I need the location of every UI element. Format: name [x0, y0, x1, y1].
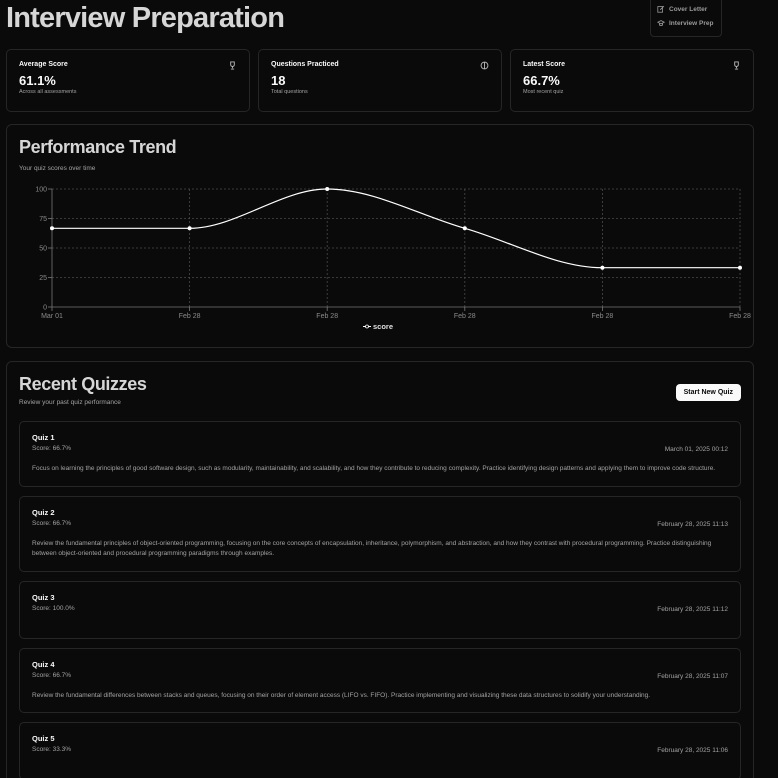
quiz-date: February 28, 2025 11:13	[657, 520, 728, 528]
recent-quizzes-subtitle: Review your past quiz performance	[19, 399, 121, 406]
stat-sub: Most recent quiz	[523, 89, 564, 95]
menu-item-cover-letter[interactable]: Cover Letter	[651, 2, 721, 16]
quiz-name: Quiz 2	[32, 507, 55, 517]
edit-icon	[657, 5, 665, 13]
quiz-score: Score: 100.0%	[32, 604, 75, 612]
menu-item-interview-prep[interactable]: Interview Prep	[651, 16, 721, 30]
quiz-item[interactable]: Quiz 3 Score: 100.0% February 28, 2025 11:…	[19, 580, 741, 639]
trophy-icon	[734, 61, 739, 70]
legend-marker	[365, 324, 369, 329]
nav-dropdown-menu: Cover Letter Interview Prep	[650, 0, 722, 37]
quiz-score: Score: 33.3%	[32, 746, 72, 753]
page-title: Interview Preparation	[6, 2, 285, 34]
score-point	[187, 226, 192, 231]
quiz-name: Quiz 4	[32, 659, 55, 669]
quiz-date: February 28, 2025 11:07	[657, 672, 728, 680]
brain-icon	[480, 61, 489, 70]
y-tick-label: 75	[39, 216, 47, 223]
recent-quizzes-card: Recent Quizzes Review your past quiz per…	[6, 361, 754, 778]
stat-label: Average Score	[19, 61, 68, 68]
graduation-cap-icon	[657, 20, 665, 26]
quiz-description: Focus on learning the principles of good…	[32, 465, 716, 472]
stat-card-average-score: Average Score 61.1% Across all assessmen…	[6, 49, 250, 112]
quiz-score: Score: 66.7%	[32, 671, 72, 679]
stat-card-questions-practiced: Questions Practiced 18 Total questions	[258, 49, 502, 112]
menu-item-label: Cover Letter	[669, 5, 708, 13]
start-new-quiz-button[interactable]: Start New Quiz	[675, 384, 741, 401]
x-tick-label: Feb 28	[454, 313, 476, 320]
stat-value: 61.1%	[19, 73, 56, 88]
legend-label: score	[373, 322, 393, 331]
quiz-date: February 28, 2025 11:06	[657, 747, 728, 754]
quiz-item[interactable]: Quiz 4 Score: 66.7% February 28, 2025 11:0…	[19, 647, 741, 713]
y-tick-label: 50	[39, 246, 47, 253]
score-point	[600, 265, 605, 270]
stat-value: 66.7%	[523, 73, 560, 88]
score-line	[52, 188, 740, 269]
stat-card-latest-score: Latest Score 66.7% Most recent quiz	[510, 49, 754, 112]
stat-sub: Across all assessments	[19, 89, 77, 95]
menu-item-label: Interview Prep	[669, 19, 714, 27]
quiz-name: Quiz 5	[32, 734, 55, 743]
stat-label: Questions Practiced	[271, 61, 339, 68]
stats-row: Average Score 61.1% Across all assessmen…	[6, 49, 754, 112]
x-tick-label: Feb 28	[592, 313, 614, 320]
quiz-date: February 28, 2025 11:12	[657, 605, 728, 613]
quiz-score: Score: 66.7%	[32, 519, 72, 527]
y-tick-label: 0	[43, 305, 47, 312]
x-tick-label: Feb 28	[729, 313, 751, 320]
quiz-description: Review the fundamental principles of obj…	[32, 539, 712, 558]
y-tick-label: 25	[39, 275, 47, 282]
y-tick-label: 100	[35, 187, 47, 194]
quiz-date: March 01, 2025 00:12	[664, 446, 728, 453]
quiz-item[interactable]: Quiz 1 Score: 66.7% March 01, 2025 00:12 Fo…	[19, 421, 741, 487]
quiz-list: Quiz 1 Score: 66.7% March 01, 2025 00:12 Fo…	[19, 421, 741, 778]
x-tick-label: Feb 28	[179, 313, 201, 320]
score-point	[325, 187, 330, 191]
x-tick-label: Feb 28	[316, 313, 338, 320]
quiz-name: Quiz 1	[32, 433, 55, 442]
stat-value: 18	[271, 73, 286, 88]
x-tick-label: Mar 01	[41, 313, 63, 320]
score-point	[462, 226, 467, 231]
stat-sub: Total questions	[271, 89, 308, 95]
performance-trend-card: Performance Trend Your quiz scores over …	[6, 124, 754, 348]
quiz-item[interactable]: Quiz 2 Score: 66.7% February 28, 2025 11:1…	[19, 495, 741, 572]
recent-quizzes-title: Recent Quizzes	[19, 374, 147, 394]
quiz-name: Quiz 3	[32, 592, 55, 602]
performance-chart: 0 25 50 75 100 Mar 01 Feb 28 Feb 28 Feb 28 Feb 28…	[35, 187, 751, 332]
score-point	[738, 265, 742, 270]
stat-label: Latest Score	[523, 61, 566, 68]
quiz-score: Score: 66.7%	[32, 445, 72, 452]
score-point	[50, 226, 54, 231]
quiz-description: Review the fundamental differences betwe…	[32, 691, 651, 699]
trophy-icon	[230, 61, 235, 70]
quiz-item[interactable]: Quiz 5 Score: 33.3% February 28, 2025 11:0…	[19, 722, 741, 778]
